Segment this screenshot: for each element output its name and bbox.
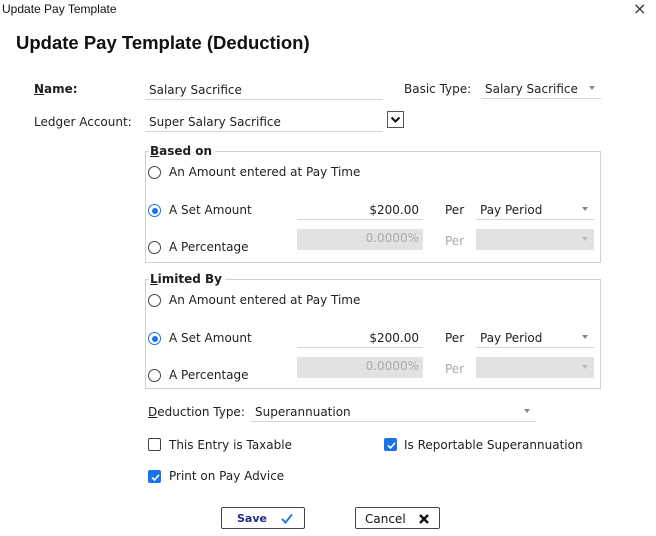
limited-by-period-value: Pay Period <box>480 331 543 345</box>
based-on-per-label: Per <box>445 203 465 217</box>
deduction-type-select[interactable]: Superannuation <box>251 404 536 422</box>
based-on-amount-input[interactable]: $200.00 <box>297 202 423 220</box>
close-icon[interactable]: × <box>633 0 646 18</box>
based-on-period-value: Pay Period <box>480 203 543 217</box>
ledger-account-label: Ledger Account: <box>34 115 132 129</box>
name-label: Name: <box>34 82 78 96</box>
reportable-super-checkbox[interactable] <box>384 438 397 451</box>
save-button[interactable]: Save <box>221 507 305 529</box>
checkmark-icon <box>151 474 160 482</box>
based-on-percentage-input: 0.0000% <box>297 229 423 250</box>
basic-type-value: Salary Sacrifice <box>485 82 578 96</box>
chevron-down-icon <box>582 365 588 369</box>
based-on-radio-percentage[interactable] <box>148 241 161 254</box>
chevron-down-icon <box>582 335 588 339</box>
limited-by-amount-input[interactable]: $200.00 <box>297 330 423 348</box>
checkmark-icon <box>281 513 293 524</box>
limited-by-label-pay-time: An Amount entered at Pay Time <box>169 293 361 307</box>
limited-by-per-label: Per <box>445 331 465 345</box>
ledger-account-input[interactable]: Super Salary Sacrifice <box>145 114 383 132</box>
close-icon <box>419 514 429 524</box>
limited-by-percentage-input: 0.0000% <box>297 357 423 378</box>
chevron-down-icon <box>582 237 588 241</box>
based-on-radio-pay-time[interactable] <box>148 166 161 179</box>
based-on-period-select[interactable]: Pay Period <box>476 202 594 220</box>
limited-by-title: Limited By <box>149 272 225 286</box>
based-on-label-pay-time: An Amount entered at Pay Time <box>169 165 361 179</box>
based-on-radio-set-amount[interactable] <box>148 204 161 217</box>
limited-by-label-set-amount: A Set Amount <box>169 331 252 345</box>
limited-by-label-percentage: A Percentage <box>169 368 249 382</box>
cancel-button-label: Cancel <box>365 512 406 526</box>
cancel-button[interactable]: Cancel <box>355 507 440 529</box>
chevron-down-icon <box>524 409 530 413</box>
limited-by-radio-percentage[interactable] <box>148 369 161 382</box>
reportable-super-label: Is Reportable Superannuation <box>404 438 583 452</box>
checkmark-icon <box>387 442 396 450</box>
limited-by-percentage-per-label: Per <box>445 362 465 376</box>
chevron-down-icon <box>589 86 595 90</box>
print-on-advice-label: Print on Pay Advice <box>169 469 285 483</box>
save-button-label: Save <box>237 512 267 525</box>
taxable-label: This Entry is Taxable <box>169 438 292 452</box>
deduction-type-label: Deduction Type: <box>148 405 245 419</box>
based-on-title: Based on <box>149 144 216 158</box>
basic-type-select[interactable]: Salary Sacrifice <box>481 81 601 99</box>
limited-by-period-select[interactable]: Pay Period <box>476 330 594 348</box>
based-on-percentage-period-select <box>476 229 594 250</box>
limited-by-radio-set-amount[interactable] <box>148 332 161 345</box>
chevron-down-icon <box>582 207 588 211</box>
based-on-label-set-amount: A Set Amount <box>169 203 252 217</box>
limited-by-percentage-period-select <box>476 357 594 378</box>
basic-type-label: Basic Type: <box>404 82 472 96</box>
page-title: Update Pay Template (Deduction) <box>16 32 310 53</box>
based-on-label-percentage: A Percentage <box>169 240 249 254</box>
window-title: Update Pay Template <box>2 2 117 16</box>
name-input[interactable]: Salary Sacrifice <box>145 82 383 100</box>
taxable-checkbox[interactable] <box>148 438 161 451</box>
limited-by-radio-pay-time[interactable] <box>148 294 161 307</box>
chevron-down-icon <box>390 116 401 123</box>
based-on-percentage-per-label: Per <box>445 234 465 248</box>
print-on-advice-checkbox[interactable] <box>148 470 161 483</box>
ledger-dropdown-button[interactable] <box>387 111 404 128</box>
deduction-type-value: Superannuation <box>255 405 351 419</box>
